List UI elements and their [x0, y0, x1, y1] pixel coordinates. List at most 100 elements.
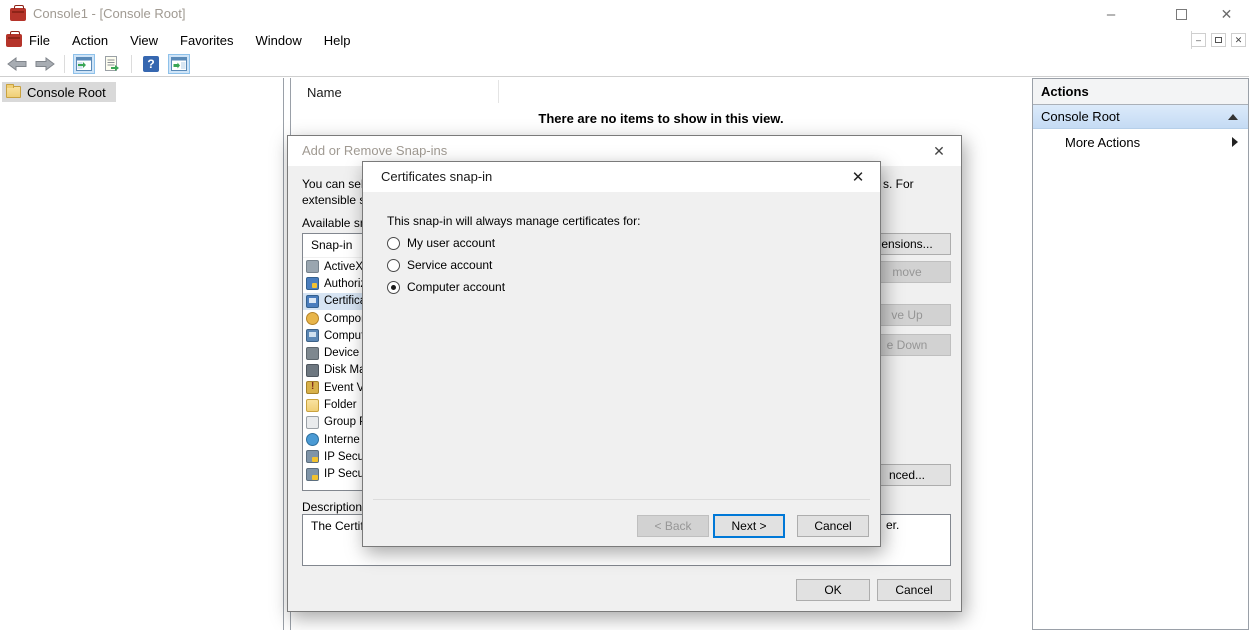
child-restore-button[interactable] [1211, 33, 1226, 47]
radio-label: Computer account [407, 280, 505, 294]
empty-view-message: There are no items to show in this view. [291, 111, 1031, 126]
export-list-button[interactable] [101, 54, 123, 74]
back-button[interactable]: < Back [637, 515, 709, 537]
export-list-icon [105, 56, 120, 72]
more-actions-item[interactable]: More Actions [1033, 129, 1248, 155]
radio-checked-icon[interactable] [387, 281, 400, 294]
main-titlebar: Console1 - [Console Root] – ✕ [0, 0, 1249, 28]
column-divider[interactable] [498, 80, 499, 103]
mmc-app-icon [10, 8, 26, 21]
internet-icon [306, 433, 319, 446]
next-button[interactable]: Next > [713, 514, 785, 538]
description-label: Description: [302, 500, 365, 514]
certificates-icon [306, 295, 319, 308]
toolbar-separator [64, 55, 65, 73]
ok-button[interactable]: OK [796, 579, 870, 601]
menu-action[interactable]: Action [68, 31, 112, 50]
button-separator [373, 499, 870, 500]
menu-view[interactable]: View [126, 31, 162, 50]
cancel-button[interactable]: Cancel [797, 515, 869, 537]
snapin-label: Group P [324, 416, 367, 428]
radio-label: My user account [407, 236, 495, 250]
snapin-label: Compon [324, 313, 367, 325]
button-label: < Back [654, 519, 691, 533]
button-label: OK [824, 583, 841, 597]
child-close-button[interactable]: ✕ [1231, 33, 1246, 47]
certificates-prompt: This snap-in will always manage certific… [387, 214, 640, 228]
forward-button[interactable] [34, 54, 56, 74]
toolbar-separator [131, 55, 132, 73]
radio-my-user-account[interactable]: My user account [387, 234, 495, 252]
snapin-label: Folder [324, 399, 357, 411]
group-policy-icon [306, 416, 319, 429]
snapin-label: ActiveX [324, 261, 363, 273]
show-console-tree-button[interactable] [73, 54, 95, 74]
button-label: Cancel [814, 519, 851, 533]
disk-management-icon [306, 364, 319, 377]
authorization-manager-icon [306, 277, 319, 290]
dialog-title: Certificates snap-in [381, 169, 492, 184]
console-tree-pane: Console Root [0, 78, 284, 630]
actions-group-label: Console Root [1041, 109, 1228, 124]
snapin-label: Comput [324, 330, 364, 342]
minimize-button[interactable]: – [1088, 0, 1134, 28]
radio-icon[interactable] [387, 237, 400, 250]
child-minimize-button[interactable]: – [1191, 33, 1206, 47]
mmc-child-icon[interactable] [6, 34, 22, 47]
computer-management-icon [306, 329, 319, 342]
ip-security-policy-icon [306, 468, 319, 481]
button-label: e Down [887, 338, 928, 352]
snapin-label: Certifica [324, 295, 366, 307]
dialog-close-icon[interactable]: ✕ [930, 142, 948, 160]
actions-pane-header: Actions [1033, 79, 1248, 105]
radio-icon[interactable] [387, 259, 400, 272]
name-column-header[interactable]: Name [307, 85, 342, 100]
certificates-snapin-dialog: Certificates snap-in ✕ This snap-in will… [362, 161, 881, 547]
maximize-icon [1176, 9, 1187, 20]
button-label: Cancel [895, 583, 932, 597]
actions-pane: Actions Console Root More Actions [1032, 78, 1249, 630]
component-services-icon [306, 312, 319, 325]
help-button[interactable]: ? [140, 54, 162, 74]
radio-computer-account[interactable]: Computer account [387, 278, 505, 296]
show-action-pane-button[interactable] [168, 54, 190, 74]
snapin-label: Authoriz [324, 278, 366, 290]
dialog-title: Add or Remove Snap-ins [302, 143, 447, 158]
restore-icon [1215, 37, 1222, 43]
event-viewer-icon [306, 381, 319, 394]
menu-file[interactable]: File [25, 31, 54, 50]
forward-icon [35, 57, 55, 71]
folder-icon [306, 399, 319, 412]
cancel-button[interactable]: Cancel [877, 579, 951, 601]
dialog-titlebar: Certificates snap-in ✕ [363, 162, 880, 192]
ip-security-monitor-icon [306, 450, 319, 463]
actions-group-console-root[interactable]: Console Root [1033, 105, 1248, 129]
snapin-label: Interne [324, 434, 360, 446]
action-pane-icon [171, 57, 187, 71]
back-icon [7, 57, 27, 71]
radio-label: Service account [407, 258, 492, 272]
intro-text-line1: You can sele [302, 177, 370, 191]
close-button[interactable]: ✕ [1204, 0, 1249, 28]
menu-window[interactable]: Window [252, 31, 306, 50]
dialog-close-icon[interactable]: ✕ [849, 168, 867, 186]
radio-service-account[interactable]: Service account [387, 256, 492, 274]
submenu-arrow-icon [1232, 137, 1238, 147]
tree-item-label: Console Root [27, 85, 106, 100]
button-label: nced... [889, 468, 925, 482]
menu-help[interactable]: Help [320, 31, 355, 50]
intro-text-right-fragment: s. For [883, 177, 914, 191]
help-icon: ? [143, 56, 159, 72]
back-button[interactable] [6, 54, 28, 74]
maximize-button[interactable] [1158, 0, 1204, 28]
folder-icon [6, 86, 21, 98]
console-tree-icon [76, 57, 92, 71]
description-right-fragment: er. [886, 518, 899, 532]
activex-icon [306, 260, 319, 273]
more-actions-label: More Actions [1065, 135, 1232, 150]
tree-item-console-root[interactable]: Console Root [2, 82, 116, 102]
menu-favorites[interactable]: Favorites [176, 31, 237, 50]
collapse-arrow-icon[interactable] [1228, 114, 1238, 120]
button-label: move [892, 265, 921, 279]
device-manager-icon [306, 347, 319, 360]
